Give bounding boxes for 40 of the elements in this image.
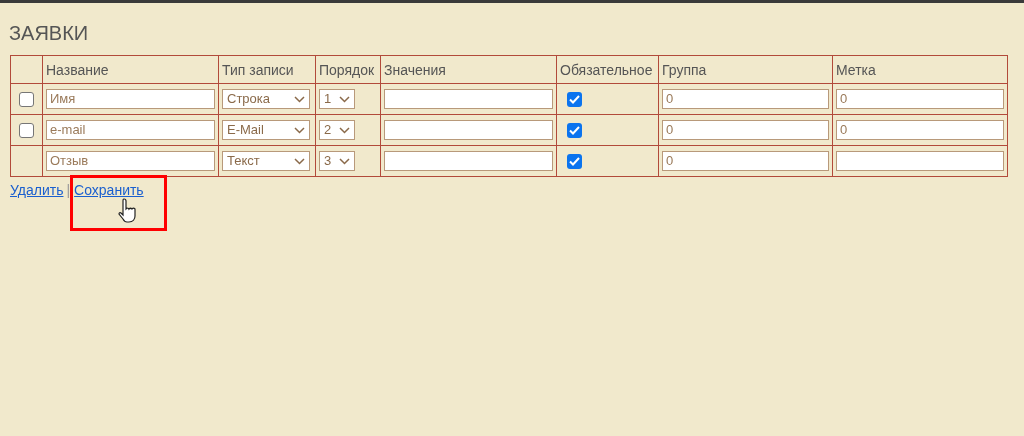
column-header: Метка	[836, 61, 876, 78]
text-field[interactable]: e-mail	[46, 120, 215, 140]
text-field[interactable]: Отзыв	[46, 151, 215, 171]
dropdown[interactable]: 1	[319, 89, 355, 109]
column-header: Название	[46, 61, 109, 78]
caret-icon	[339, 95, 350, 103]
page-title: ЗАЯВКИ	[9, 21, 89, 46]
dropdown[interactable]: 2	[319, 120, 355, 140]
caret-icon	[294, 126, 305, 134]
column-header: Обязательное	[560, 61, 653, 78]
text-field[interactable]: 0	[836, 89, 1004, 109]
checkbox[interactable]	[567, 91, 582, 107]
text-field[interactable]	[384, 89, 553, 109]
checkbox[interactable]	[567, 122, 582, 138]
column-header: Порядок	[319, 61, 375, 78]
caret-icon	[339, 126, 350, 134]
column-header: Значения	[384, 61, 446, 78]
text-field[interactable]: 0	[662, 120, 829, 140]
column-header: Группа	[662, 61, 707, 78]
separator: |	[66, 181, 71, 200]
dropdown[interactable]: Текст	[222, 151, 310, 171]
caret-icon	[339, 157, 350, 165]
text-field[interactable]	[384, 120, 553, 140]
text-field[interactable]: 0	[662, 151, 829, 171]
link[interactable]: Сохранить	[74, 182, 144, 198]
link[interactable]: Удалить	[10, 182, 64, 198]
column-header: Тип записи	[222, 61, 294, 78]
text-field[interactable]	[384, 151, 553, 171]
dropdown[interactable]: Строка	[222, 89, 310, 109]
text-field[interactable]: 0	[662, 89, 829, 109]
dropdown[interactable]: 3	[319, 151, 355, 171]
text-field[interactable]: 0	[836, 120, 1004, 140]
text-field[interactable]: Имя	[46, 89, 215, 109]
caret-icon	[294, 157, 305, 165]
caret-icon	[294, 95, 305, 103]
checkbox[interactable]	[567, 153, 582, 169]
text-field[interactable]	[836, 151, 1004, 171]
dropdown[interactable]: E-Mail	[222, 120, 310, 140]
checkbox[interactable]	[19, 122, 34, 138]
checkbox[interactable]	[19, 91, 34, 107]
